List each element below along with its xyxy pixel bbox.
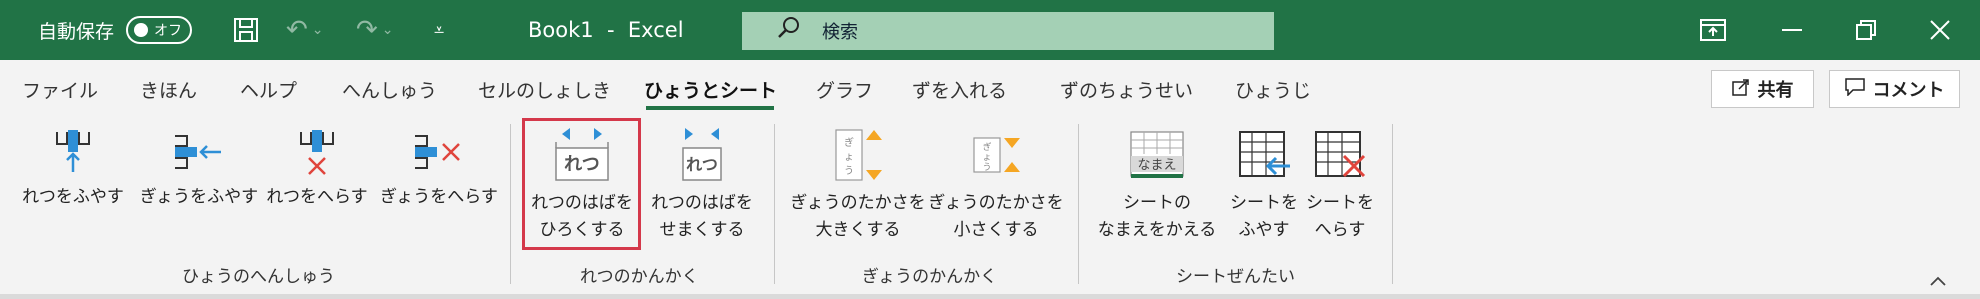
widen-column-icon: れつ	[555, 128, 609, 181]
taller-row-label-1: ぎょうのたかさを	[790, 193, 926, 213]
add-sheet-label-2: ふやす	[1238, 220, 1290, 240]
save-icon[interactable]	[233, 0, 259, 60]
insert-row-icon	[175, 135, 221, 169]
share-button[interactable]: 共有	[1711, 70, 1814, 108]
ribbon-bottom-border	[0, 294, 1980, 299]
tab-chart[interactable]: グラフ	[816, 76, 873, 103]
svg-text:なまえ: なまえ	[1137, 158, 1176, 173]
narrow-column-label-1: れつのはばを	[651, 193, 753, 213]
narrow-column-button[interactable]: れつ れつのはばを せまくする	[646, 126, 758, 244]
svg-text:れつ: れつ	[564, 154, 600, 175]
customize-quick-access-icon[interactable]: ⩡	[434, 0, 444, 60]
autosave-label: 自動保存	[38, 20, 115, 43]
remove-row-button[interactable]: ぎょうをへらす	[376, 128, 502, 211]
toggle-knob	[134, 23, 149, 37]
toggle-state: オフ	[154, 23, 183, 39]
autosave-toggle[interactable]: オフ	[126, 16, 193, 44]
title-bar: 自動保存 オフ ↶ ⌄ ↷ ⌄ ⩡ Book1 - Excel 検索	[0, 0, 1980, 60]
undo-icon[interactable]: ↶ ⌄	[286, 0, 324, 60]
active-tab-indicator	[646, 106, 774, 110]
rename-sheet-label-1: シートの	[1123, 193, 1191, 213]
remove-column-button[interactable]: れつをへらす	[262, 128, 372, 211]
delete-sheet-icon	[1315, 131, 1366, 178]
add-row-label: ぎょうをふやす	[139, 187, 259, 207]
tab-insert-figure[interactable]: ずを入れる	[912, 76, 1007, 103]
search-icon	[776, 15, 802, 48]
svg-text:う: う	[982, 162, 991, 173]
share-icon	[1731, 78, 1750, 101]
add-sheet-button[interactable]: シートを ふやす	[1224, 126, 1304, 244]
comment-label: コメント	[1872, 80, 1945, 101]
group-label-sheet: シートぜんたい	[1176, 267, 1295, 287]
group-label-column-width: れつのかんかく	[580, 267, 699, 287]
ribbon-tabs: ファイル きほん ヘルプ へんしゅう セルのしょしき ひょうとシート グラフ ず…	[0, 60, 1980, 116]
comment-icon	[1844, 77, 1865, 101]
group-separator	[1078, 124, 1079, 284]
insert-column-icon	[56, 130, 90, 172]
redo-icon[interactable]: ↷ ⌄	[356, 0, 394, 60]
svg-text:う: う	[844, 165, 854, 177]
add-column-button[interactable]: れつをふやす	[18, 128, 128, 211]
svg-text:ぎ: ぎ	[844, 136, 854, 149]
document-title: Book1 - Excel	[528, 18, 684, 42]
restore-icon[interactable]	[1856, 0, 1876, 60]
tab-figure-adjust[interactable]: ずのちょうせい	[1060, 76, 1193, 103]
group-separator	[1392, 124, 1393, 284]
add-row-button[interactable]: ぎょうをふやす	[136, 128, 262, 211]
remove-sheet-button[interactable]: シートを へらす	[1302, 126, 1378, 244]
autosave[interactable]: 自動保存 オフ	[38, 0, 193, 60]
rename-sheet-button[interactable]: なまえ シートの なまえをかえる	[1094, 126, 1220, 244]
rename-sheet-icon: なまえ	[1130, 131, 1184, 178]
taller-row-label-2: 大きくする	[815, 220, 901, 240]
group-label-table-edit: ひょうのへんしゅう	[182, 267, 335, 287]
widen-column-button[interactable]: れつ れつのはばを ひろくする	[524, 126, 640, 244]
close-icon[interactable]	[1930, 0, 1950, 60]
minimize-icon[interactable]	[1782, 0, 1802, 60]
narrow-column-label-2: せまくする	[659, 220, 745, 240]
svg-text:ょ: ょ	[844, 152, 854, 163]
share-label: 共有	[1757, 80, 1794, 101]
svg-text:ぎ: ぎ	[982, 141, 991, 153]
search-box[interactable]: 検索	[742, 12, 1274, 50]
search-placeholder: 検索	[822, 22, 858, 43]
taller-row-button[interactable]: ぎ ょ う ぎょうのたかさを 大きくする	[790, 126, 926, 244]
group-separator	[774, 124, 775, 284]
remove-row-label: ぎょうをへらす	[380, 187, 498, 207]
shorter-row-label-1: ぎょうのたかさを	[928, 193, 1064, 213]
tab-view[interactable]: ひょうじ	[1235, 76, 1311, 103]
add-column-label: れつをふやす	[22, 187, 124, 207]
widen-column-label-1: れつのはばを	[531, 193, 633, 213]
tab-edit[interactable]: へんしゅう	[342, 76, 437, 103]
comment-button[interactable]: コメント	[1829, 70, 1960, 108]
ribbon-display-icon[interactable]	[1700, 0, 1726, 60]
tab-home[interactable]: きほん	[140, 76, 197, 103]
svg-text:ょ: ょ	[982, 153, 991, 163]
svg-text:れつ: れつ	[686, 155, 718, 174]
delete-row-icon	[415, 135, 460, 169]
remove-sheet-label-2: へらす	[1314, 220, 1366, 240]
increase-row-height-icon: ぎ ょ う	[835, 129, 882, 181]
widen-column-label-2: ひろくする	[539, 220, 625, 240]
group-label-row-height: ぎょうのかんかく	[862, 267, 998, 287]
add-sheet-label-1: シートを	[1230, 193, 1298, 213]
insert-sheet-icon	[1239, 131, 1290, 177]
tab-file[interactable]: ファイル	[22, 76, 98, 103]
rename-sheet-label-2: なまえをかえる	[1097, 220, 1217, 240]
group-separator	[510, 124, 511, 284]
delete-column-icon	[300, 130, 334, 175]
narrow-column-icon: れつ	[682, 128, 722, 181]
tab-help[interactable]: ヘルプ	[240, 76, 297, 103]
decrease-row-height-icon: ぎ ょ う	[973, 137, 1020, 173]
tab-cell-format[interactable]: セルのしょしき	[478, 76, 611, 103]
shorter-row-button[interactable]: ぎ ょ う ぎょうのたかさを 小さくする	[928, 126, 1064, 244]
tab-table-and-sheet[interactable]: ひょうとシート	[644, 76, 777, 103]
collapse-ribbon-icon[interactable]	[1930, 270, 1946, 291]
remove-column-label: れつをへらす	[266, 187, 368, 207]
shorter-row-label-2: 小さくする	[953, 220, 1039, 240]
remove-sheet-label-1: シートを	[1306, 193, 1374, 213]
